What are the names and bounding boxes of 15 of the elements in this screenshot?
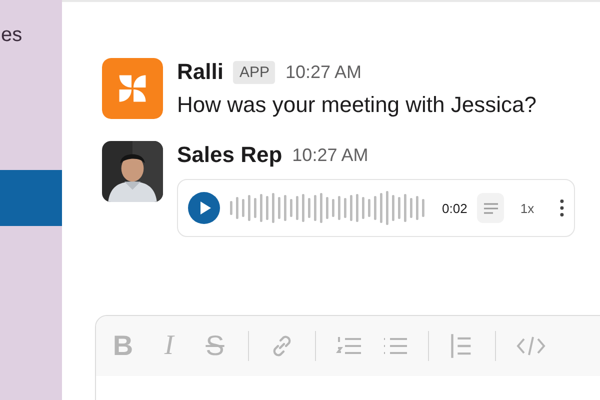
- app-badge: APP: [233, 60, 276, 84]
- sidebar-item[interactable]: es: [0, 7, 62, 63]
- app-logo-icon: [102, 58, 163, 119]
- sidebar-item[interactable]: [0, 170, 62, 226]
- timestamp[interactable]: 10:27 AM: [292, 144, 368, 166]
- author-name[interactable]: Ralli: [177, 59, 224, 85]
- lines-icon: [484, 202, 498, 214]
- message-text: How was your meeting with Jessica?: [177, 92, 536, 118]
- author-name[interactable]: Sales Rep: [177, 142, 282, 168]
- transcript-button[interactable]: [477, 193, 504, 223]
- more-options-icon[interactable]: [560, 199, 564, 217]
- play-button[interactable]: [188, 192, 220, 224]
- audio-duration: 0:02: [442, 200, 468, 216]
- timestamp[interactable]: 10:27 AM: [285, 62, 362, 82]
- playback-speed-button[interactable]: 1x: [514, 200, 540, 216]
